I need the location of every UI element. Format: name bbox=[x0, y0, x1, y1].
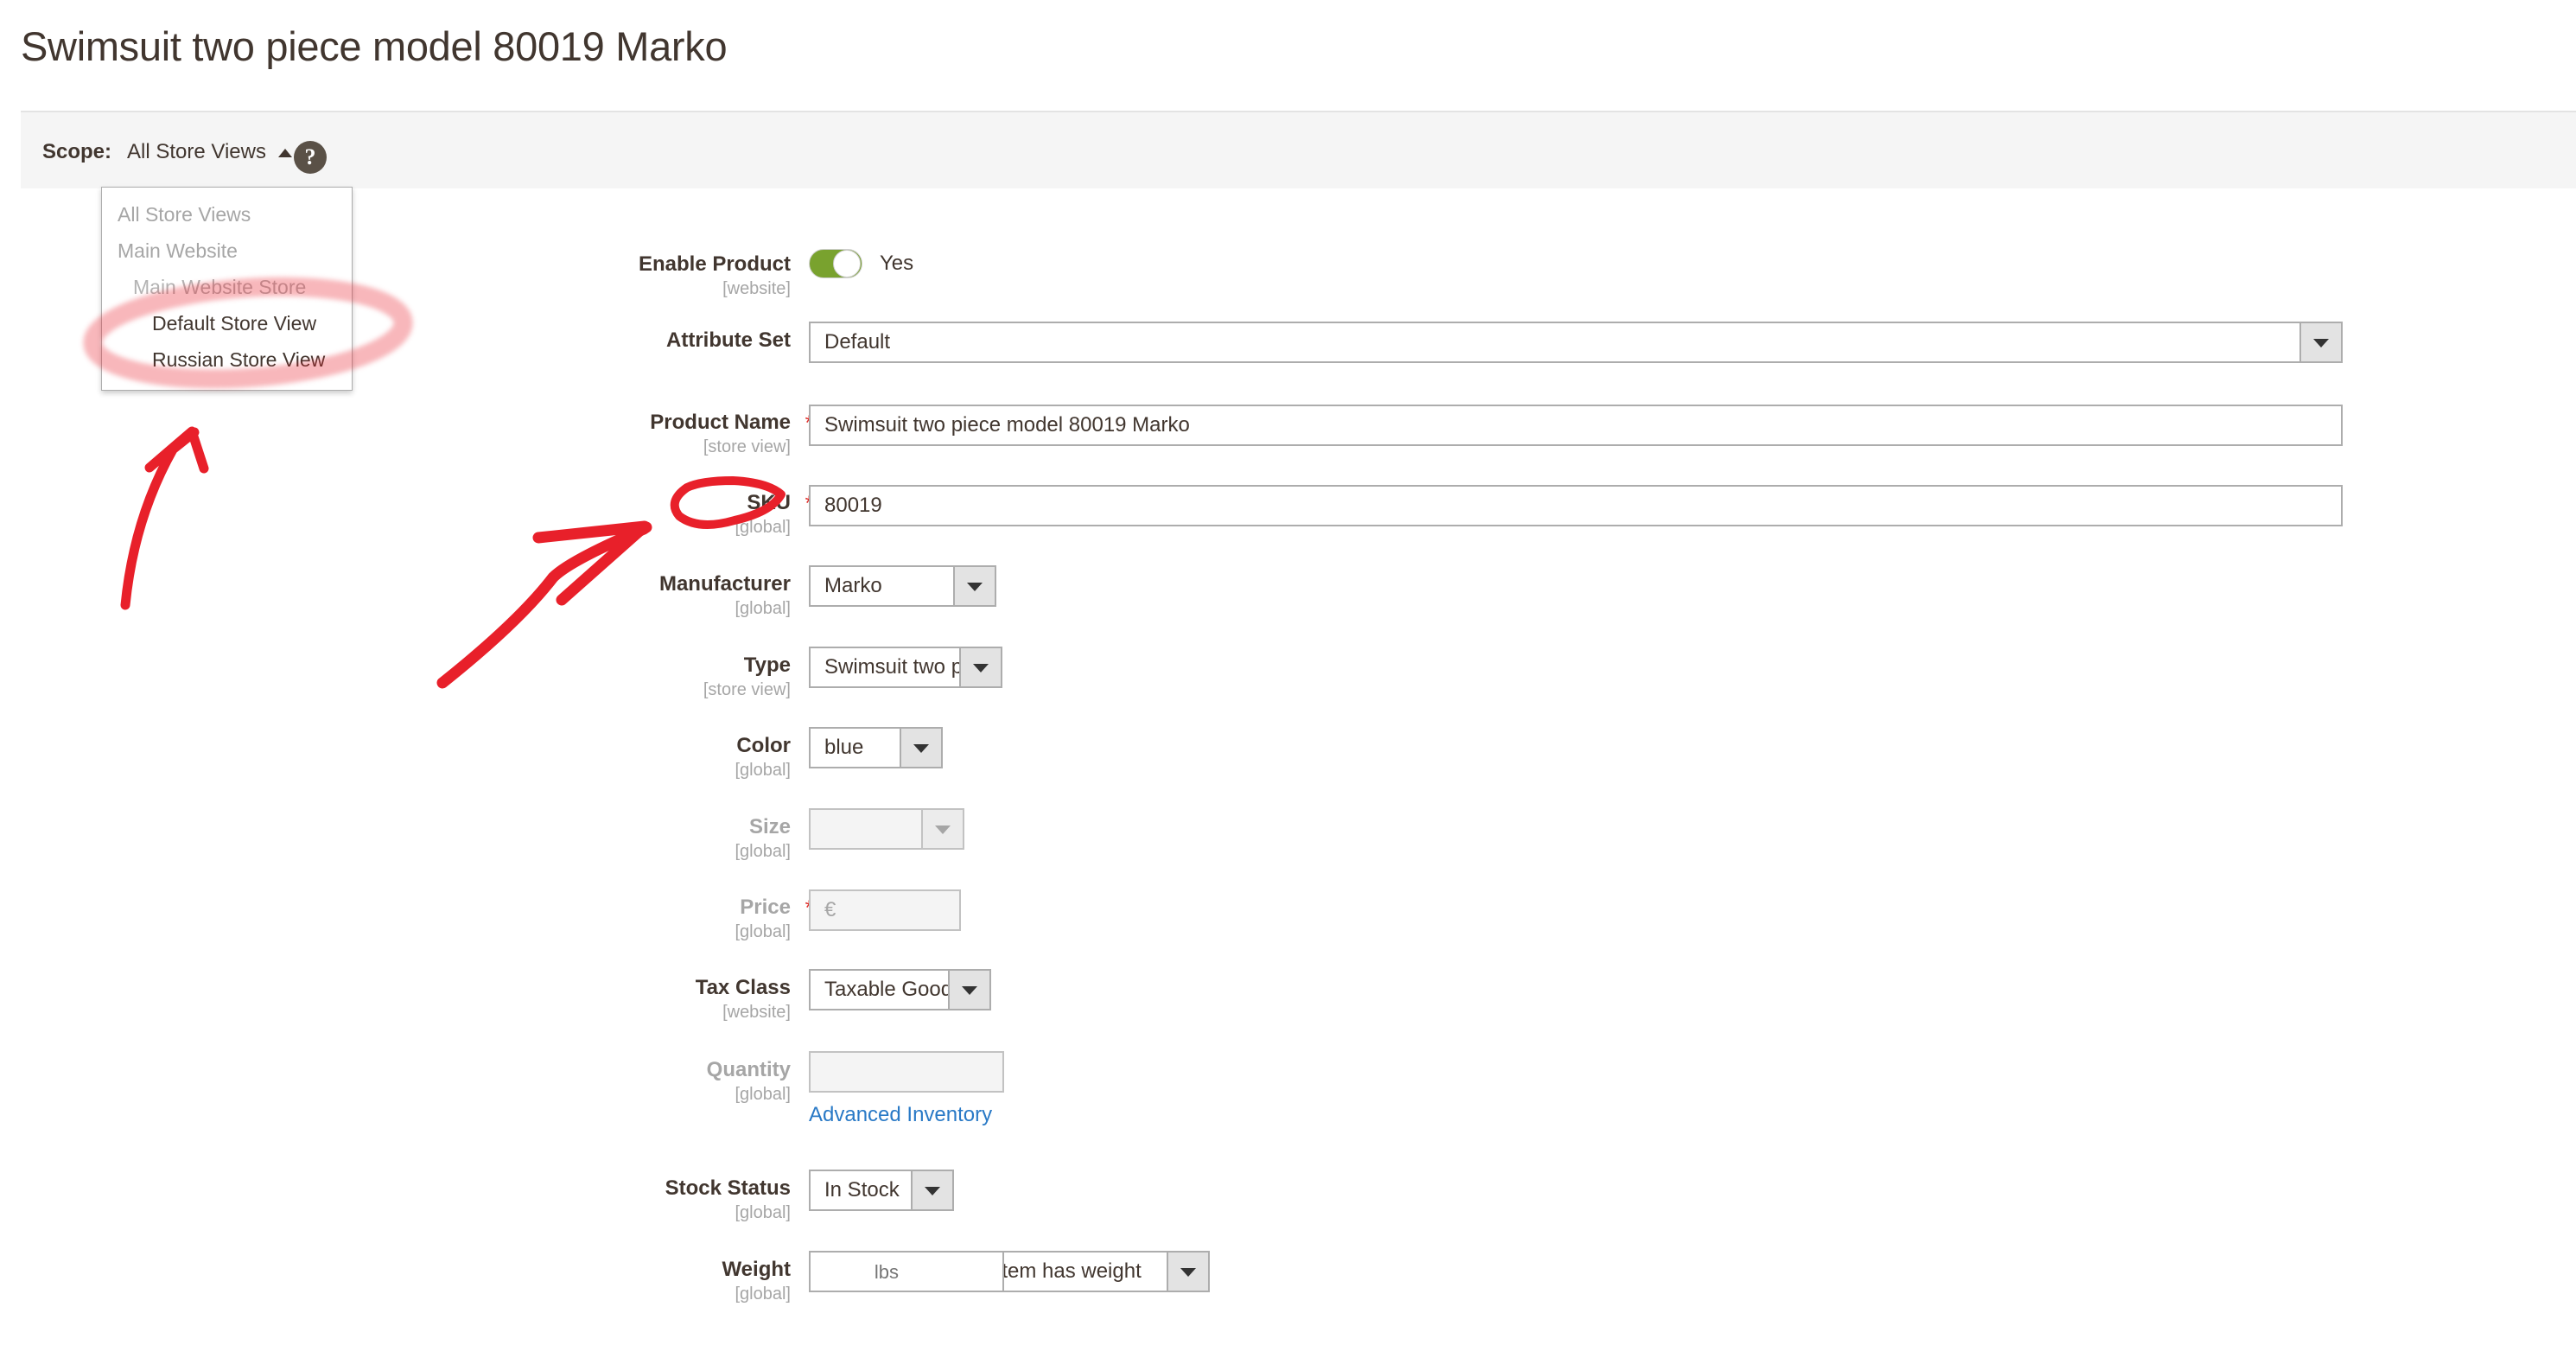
weight-input[interactable] bbox=[809, 1251, 1004, 1292]
tax-class-select[interactable]: Taxable Goods bbox=[809, 969, 991, 1010]
field-label: Size bbox=[748, 815, 791, 838]
field-scope-note: [website] bbox=[722, 1003, 791, 1022]
field-scope-note: [store view] bbox=[703, 437, 791, 456]
size-select bbox=[809, 808, 964, 850]
field-scope-note: [global] bbox=[735, 842, 792, 861]
scope-bar: Scope: All Store Views bbox=[21, 111, 2576, 188]
field-scope-note: [global] bbox=[735, 922, 792, 941]
field-label: Enable Product bbox=[638, 252, 791, 276]
field-scope-note: [global] bbox=[735, 1284, 792, 1304]
chevron-down-icon bbox=[1167, 1253, 1208, 1291]
sku-input[interactable] bbox=[809, 485, 2343, 526]
field-label: Color bbox=[736, 734, 791, 757]
chevron-down-icon bbox=[921, 810, 963, 848]
field-scope-note: [global] bbox=[735, 761, 792, 780]
field-label: Stock Status bbox=[665, 1176, 791, 1200]
color-select[interactable]: blue bbox=[809, 727, 943, 768]
field-label: Tax Class bbox=[695, 976, 791, 999]
attribute-set-select[interactable]: Default bbox=[809, 322, 2343, 363]
annotation-arrow-to-scope bbox=[120, 427, 200, 610]
field-scope-note: [global] bbox=[735, 1203, 792, 1222]
field-label: SKU bbox=[747, 491, 791, 514]
field-scope-note: [global] bbox=[735, 599, 792, 618]
chevron-down-icon bbox=[900, 729, 941, 767]
field-scope-note: [global] bbox=[735, 518, 792, 537]
help-icon[interactable]: ? bbox=[294, 141, 327, 174]
quantity-input bbox=[809, 1051, 1004, 1093]
product-name-input[interactable] bbox=[809, 405, 2343, 446]
field-label: Price bbox=[740, 896, 791, 919]
color-value: blue bbox=[824, 736, 864, 759]
toggle-knob bbox=[833, 250, 861, 277]
chevron-down-icon bbox=[953, 567, 995, 605]
scope-option-all-store-views[interactable]: All Store Views bbox=[102, 196, 352, 233]
enable-product-value: Yes bbox=[880, 252, 914, 275]
price-input bbox=[809, 889, 961, 931]
chevron-down-icon bbox=[911, 1171, 952, 1209]
annotation-overlay bbox=[83, 277, 786, 689]
advanced-inventory-link[interactable]: Advanced Inventory bbox=[809, 1103, 992, 1126]
scope-current-value: All Store Views bbox=[127, 140, 266, 163]
enable-product-toggle[interactable] bbox=[809, 249, 862, 278]
tax-class-value: Taxable Goods bbox=[824, 978, 948, 1001]
field-label: Manufacturer bbox=[658, 572, 791, 596]
weight-input-wrap: lbs bbox=[809, 1251, 1004, 1292]
attribute-set-value: Default bbox=[824, 330, 891, 354]
stock-status-select[interactable]: In Stock bbox=[809, 1170, 954, 1211]
scope-option-default-store-view[interactable]: Default Store View bbox=[102, 305, 352, 341]
product-edit-page: Swimsuit two piece model 80019 Marko Sco… bbox=[0, 0, 2576, 1345]
field-scope-note: [global] bbox=[735, 1085, 792, 1104]
field-label: Type bbox=[743, 653, 791, 677]
field-scope-note: [store view] bbox=[703, 680, 791, 699]
scope-switcher[interactable]: All Store Views bbox=[127, 140, 292, 164]
page-title: Swimsuit two piece model 80019 Marko bbox=[21, 23, 728, 69]
type-select[interactable]: Swimsuit two piece bbox=[809, 647, 1002, 688]
field-label: Weight bbox=[722, 1258, 791, 1281]
size-value bbox=[811, 810, 921, 848]
caret-up-icon bbox=[277, 149, 292, 157]
field-label: Quantity bbox=[706, 1058, 791, 1081]
field-label: Attribute Set bbox=[666, 328, 791, 352]
field-scope-note: [website] bbox=[722, 279, 791, 298]
type-value: Swimsuit two piece bbox=[824, 655, 959, 679]
manufacturer-value: Marko bbox=[824, 574, 882, 597]
chevron-down-icon bbox=[2299, 323, 2341, 361]
scope-label: Scope: bbox=[42, 140, 112, 163]
chevron-down-icon bbox=[959, 648, 1001, 686]
scope-dropdown-menu[interactable]: All Store Views Main Website Main Websit… bbox=[101, 187, 353, 391]
scope-option-main-website-store[interactable]: Main Website Store bbox=[102, 269, 352, 305]
scope-option-russian-store-view[interactable]: Russian Store View bbox=[102, 341, 352, 378]
annotation-arrow-head-scope bbox=[144, 426, 209, 474]
stock-status-value: In Stock bbox=[824, 1178, 900, 1202]
manufacturer-select[interactable]: Marko bbox=[809, 565, 996, 607]
chevron-down-icon bbox=[948, 971, 989, 1009]
field-label: Product Name bbox=[650, 411, 791, 434]
scope-option-main-website[interactable]: Main Website bbox=[102, 233, 352, 269]
